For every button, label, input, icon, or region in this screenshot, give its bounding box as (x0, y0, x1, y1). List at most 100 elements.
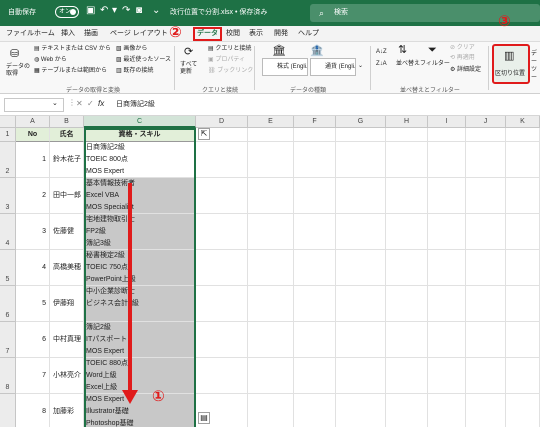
cell-skills[interactable]: 宅地建物取引士 FP2級 簿記3級 (84, 214, 196, 250)
empty-cell[interactable] (386, 286, 428, 322)
cell-name[interactable]: 加藤彩 (50, 394, 84, 427)
empty-cell[interactable] (506, 128, 540, 142)
empty-cell[interactable] (336, 178, 386, 214)
cell-no[interactable]: 8 (16, 394, 50, 427)
sort-az-icon[interactable]: A↓Z (376, 48, 387, 56)
column-header-c[interactable]: C (84, 116, 196, 128)
empty-cell[interactable] (196, 286, 248, 322)
empty-cell[interactable] (294, 394, 336, 427)
cell-skills[interactable]: TOEIC 880点 Word上級 Excel上級 (84, 358, 196, 394)
empty-cell[interactable] (428, 286, 466, 322)
empty-cell[interactable] (466, 250, 506, 286)
empty-cell[interactable] (196, 142, 248, 178)
empty-cell[interactable] (336, 394, 386, 427)
stocks-data-type[interactable]: 株式 (Engli... (262, 58, 308, 76)
cell-name[interactable]: 佐藤健 (50, 214, 84, 250)
queries-connections-button[interactable]: ▤ クエリと接続 (208, 45, 251, 53)
empty-cell[interactable] (506, 214, 540, 250)
cell-no[interactable]: 7 (16, 358, 50, 394)
tab-file[interactable]: ファイル (6, 29, 34, 39)
currency-data-type[interactable]: 通貨 (Engli... (310, 58, 356, 76)
paste-options-icon[interactable]: ▤ (198, 412, 210, 424)
row-header[interactable]: 1 (0, 128, 16, 142)
recent-sources-button[interactable]: ▨ 最近使ったソース (116, 56, 171, 64)
cell-skills[interactable]: 日商簿記2級 TOEIC 800点 MOS Expert (84, 142, 196, 178)
data-tools-label[interactable]: デー ツー (531, 50, 540, 82)
empty-cell[interactable] (196, 358, 248, 394)
cell-no[interactable]: 6 (16, 322, 50, 358)
empty-cell[interactable] (386, 214, 428, 250)
data-types-more-icon[interactable]: ⌄ (358, 62, 363, 70)
empty-cell[interactable] (248, 214, 294, 250)
tab-developer[interactable]: 開発 (274, 29, 288, 39)
filter-button[interactable]: フィルター (420, 60, 450, 68)
empty-cell[interactable] (506, 358, 540, 394)
empty-cell[interactable] (294, 358, 336, 394)
empty-cell[interactable] (386, 178, 428, 214)
row-header[interactable]: 4 (0, 214, 16, 250)
workbook-links-button[interactable]: ⛓ ブックリンク (208, 67, 253, 75)
empty-cell[interactable] (386, 394, 428, 427)
empty-cell[interactable] (294, 286, 336, 322)
cell-skills[interactable]: MOS Expert Illustrator基礎 Photoshop基礎 (84, 394, 196, 427)
tab-data[interactable]: データ (193, 27, 222, 41)
cell-name[interactable]: 小林亮介 (50, 358, 84, 394)
row-header[interactable] (0, 394, 16, 427)
empty-cell[interactable] (466, 358, 506, 394)
empty-cell[interactable] (248, 128, 294, 142)
formula-input[interactable]: 日商簿記2級 (116, 99, 155, 109)
empty-cell[interactable] (294, 142, 336, 178)
tab-page-layout[interactable]: ページ レイアウト (110, 29, 168, 39)
empty-cell[interactable] (248, 394, 294, 427)
empty-cell[interactable] (428, 322, 466, 358)
empty-cell[interactable] (336, 322, 386, 358)
tab-draw[interactable]: 描画 (84, 29, 98, 39)
row-header[interactable]: 3 (0, 178, 16, 214)
tab-home[interactable]: ホーム (34, 29, 55, 39)
empty-cell[interactable] (248, 286, 294, 322)
column-header-b[interactable]: B (50, 116, 84, 128)
empty-cell[interactable] (248, 322, 294, 358)
from-web-button[interactable]: ◍ Web から (34, 56, 67, 64)
empty-cell[interactable] (428, 214, 466, 250)
empty-cell[interactable] (294, 178, 336, 214)
empty-cell[interactable] (428, 250, 466, 286)
column-header-e[interactable]: E (248, 116, 294, 128)
empty-cell[interactable] (294, 128, 336, 142)
empty-cell[interactable] (466, 142, 506, 178)
empty-cell[interactable] (506, 250, 540, 286)
column-header-f[interactable]: F (294, 116, 336, 128)
empty-cell[interactable] (428, 142, 466, 178)
empty-cell[interactable] (506, 142, 540, 178)
empty-cell[interactable] (386, 142, 428, 178)
properties-button[interactable]: ▣ プロパティ (208, 56, 245, 64)
empty-cell[interactable] (196, 214, 248, 250)
cell-skills[interactable]: 簿記2級 ITパスポート MOS Expert (84, 322, 196, 358)
empty-cell[interactable] (336, 358, 386, 394)
cell-no[interactable]: 4 (16, 250, 50, 286)
undo-dropdown-icon[interactable]: ▾ (112, 5, 117, 17)
column-header-j[interactable]: J (466, 116, 506, 128)
empty-cell[interactable] (506, 322, 540, 358)
row-header[interactable]: 8 (0, 358, 16, 394)
header-name[interactable]: 氏名 (50, 128, 84, 142)
empty-cell[interactable] (386, 128, 428, 142)
cell-name[interactable]: 高橋美穂 (50, 250, 84, 286)
empty-cell[interactable] (428, 394, 466, 427)
cell-skills[interactable]: 中小企業診断士 ビジネス会計2級 (84, 286, 196, 322)
reapply-button[interactable]: ⟲ 再適用 (450, 54, 475, 62)
column-header-a[interactable]: A (16, 116, 50, 128)
sort-button[interactable]: 並べ替え (396, 60, 420, 68)
empty-cell[interactable] (196, 322, 248, 358)
tab-help[interactable]: ヘルプ (298, 29, 319, 39)
empty-cell[interactable] (466, 214, 506, 250)
empty-cell[interactable] (428, 358, 466, 394)
column-header-i[interactable]: I (428, 116, 466, 128)
empty-cell[interactable] (248, 142, 294, 178)
camera-icon[interactable]: ◙ (136, 5, 142, 17)
get-data-button[interactable]: データの取得 (6, 64, 32, 78)
empty-cell[interactable] (248, 358, 294, 394)
text-to-columns-button[interactable]: ▥ 区切り位置 (492, 44, 530, 84)
empty-cell[interactable] (248, 250, 294, 286)
empty-cell[interactable] (294, 250, 336, 286)
